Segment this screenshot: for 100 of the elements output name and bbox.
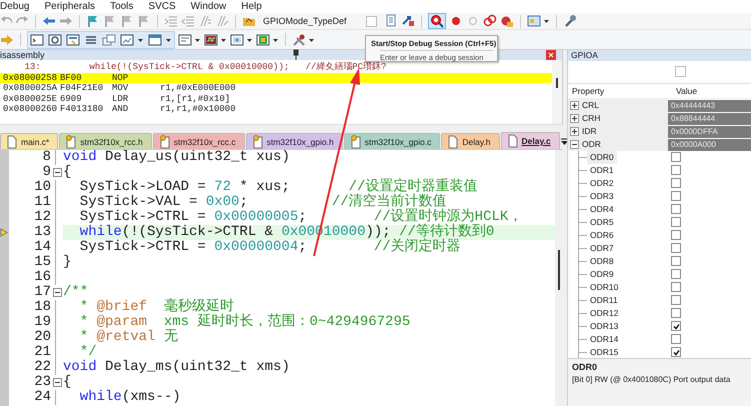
bit-checkbox[interactable] bbox=[671, 347, 681, 358]
breakpoints-icon[interactable] bbox=[483, 14, 497, 28]
bit-checkbox[interactable] bbox=[671, 230, 681, 240]
line-number: 17 bbox=[33, 285, 51, 300]
bit-checkbox[interactable] bbox=[671, 295, 681, 306]
bit-name[interactable]: ODR0 bbox=[587, 150, 617, 164]
symbol-field[interactable]: GPIOMode_TypeDef bbox=[263, 16, 347, 26]
register-value[interactable]: 0x88844444 bbox=[668, 112, 751, 125]
menu-item[interactable]: Peripherals bbox=[44, 1, 96, 12]
stacked-windows-icon[interactable] bbox=[102, 32, 116, 46]
wrench-icon[interactable] bbox=[563, 14, 577, 28]
flag-icon[interactable] bbox=[137, 14, 151, 28]
file-tab[interactable]: Delay.h bbox=[441, 133, 500, 149]
register-name[interactable]: IDR bbox=[582, 126, 597, 136]
register-name[interactable]: CRL bbox=[582, 100, 600, 110]
logic-analyzer-icon[interactable] bbox=[204, 32, 218, 46]
flag-icon[interactable] bbox=[103, 14, 117, 28]
load-icon[interactable] bbox=[401, 14, 415, 28]
command-window-icon[interactable] bbox=[30, 32, 44, 46]
disassembly-row[interactable]: 0x0800025A F04F21E0 MOV r1,#0xE000E000 bbox=[0, 83, 552, 94]
file-tab[interactable]: stm32f10x_rcc.h bbox=[59, 133, 152, 149]
tools-icon[interactable] bbox=[292, 32, 306, 46]
file-tab[interactable]: stm32f10x_gpio.c bbox=[344, 133, 440, 149]
bit-checkbox[interactable] bbox=[671, 165, 681, 176]
breakpoint-remove-icon[interactable] bbox=[500, 14, 514, 28]
fold-toggle-icon[interactable] bbox=[52, 288, 62, 297]
panel-window-icon[interactable] bbox=[148, 32, 162, 46]
scroll-thumb[interactable] bbox=[556, 78, 558, 88]
call-stack-window-icon[interactable] bbox=[66, 32, 80, 46]
magnifier-window-icon[interactable] bbox=[48, 32, 62, 46]
source-line-number: 13: bbox=[24, 62, 41, 72]
code-line: while(xms--) bbox=[78, 390, 182, 405]
file-tab[interactable]: Delay.c bbox=[500, 132, 560, 149]
back-arrow-icon[interactable] bbox=[42, 14, 56, 28]
flag-icon[interactable] bbox=[120, 14, 134, 28]
bit-name[interactable]: ODR10 bbox=[587, 280, 622, 294]
bit-checkbox[interactable] bbox=[671, 178, 681, 188]
bit-name[interactable]: ODR13 bbox=[587, 320, 622, 333]
bit-name[interactable]: ODR1 bbox=[587, 164, 617, 177]
bit-checkbox[interactable] bbox=[671, 321, 681, 332]
menu-item[interactable]: Debug bbox=[0, 1, 30, 12]
bit-name[interactable]: ODR12 bbox=[587, 306, 622, 320]
document-icon[interactable] bbox=[384, 14, 398, 28]
chart-window-icon[interactable] bbox=[120, 32, 134, 46]
code-line: { bbox=[63, 375, 72, 390]
trace-window-icon[interactable] bbox=[230, 32, 244, 46]
expand-icon[interactable] bbox=[570, 114, 579, 123]
bit-checkbox[interactable] bbox=[671, 282, 681, 292]
expand-icon[interactable] bbox=[570, 100, 579, 110]
collapse-icon[interactable] bbox=[570, 140, 579, 149]
debug-button[interactable] bbox=[428, 13, 446, 29]
menu-item[interactable]: Help bbox=[241, 1, 262, 12]
panel-title: GPIOA bbox=[568, 50, 751, 61]
bit-name[interactable]: ODR6 bbox=[587, 228, 617, 242]
bit-checkbox[interactable] bbox=[671, 308, 681, 318]
bit-name[interactable]: ODR3 bbox=[587, 190, 617, 203]
file-tab[interactable]: main.c* bbox=[0, 133, 58, 149]
flag-icon[interactable] bbox=[86, 14, 100, 28]
window-icon[interactable] bbox=[527, 14, 541, 28]
bit-checkbox[interactable] bbox=[671, 191, 681, 202]
close-icon[interactable] bbox=[546, 50, 556, 60]
register-value[interactable]: 0x44444443 bbox=[668, 100, 751, 112]
bit-checkbox[interactable] bbox=[671, 256, 681, 266]
bit-name[interactable]: ODR5 bbox=[587, 216, 617, 229]
column-header: Value bbox=[675, 86, 698, 96]
bit-name[interactable]: ODR15 bbox=[587, 346, 622, 358]
bit-checkbox[interactable] bbox=[671, 334, 681, 344]
menu-item[interactable]: Tools bbox=[110, 1, 134, 12]
menu-item[interactable]: Window bbox=[190, 1, 226, 12]
bit-name[interactable]: ODR2 bbox=[587, 176, 617, 190]
memory-window-icon[interactable] bbox=[178, 32, 192, 46]
fold-toggle-icon[interactable] bbox=[52, 378, 62, 387]
disassembly-row[interactable]: 0x0800025E 6909 LDR r1,[r1,#0x10] bbox=[0, 94, 552, 104]
line-number: 10 bbox=[33, 180, 51, 195]
chip-window-icon[interactable] bbox=[256, 32, 270, 46]
bit-checkbox[interactable] bbox=[671, 243, 681, 254]
bit-name[interactable]: ODR4 bbox=[587, 202, 617, 216]
code-line: */ bbox=[80, 345, 98, 360]
caret-icon[interactable] bbox=[560, 138, 569, 146]
disassembly-row[interactable]: 0x08000258 BF00 NOP bbox=[0, 72, 552, 83]
bit-checkbox[interactable] bbox=[671, 204, 681, 214]
disassembly-row[interactable]: 0x08000260 F4013180 AND r1,r1,#0x10000 bbox=[0, 104, 552, 114]
line-number: 8 bbox=[42, 150, 51, 165]
bit-name[interactable]: ODR8 bbox=[587, 254, 617, 268]
fold-toggle-icon[interactable] bbox=[52, 168, 62, 177]
bit-name[interactable]: ODR7 bbox=[587, 242, 617, 255]
file-tab[interactable]: stm32f10x_gpio.h bbox=[246, 133, 343, 149]
bit-name[interactable]: ODR14 bbox=[587, 332, 622, 346]
register-name[interactable]: ODR bbox=[582, 139, 601, 150]
bit-checkbox[interactable] bbox=[671, 152, 681, 162]
expand-icon[interactable] bbox=[570, 126, 579, 136]
register-name[interactable]: CRH bbox=[582, 113, 600, 124]
scroll-thumb[interactable] bbox=[558, 250, 560, 290]
menu-item[interactable]: SVCS bbox=[148, 1, 176, 12]
bit-name[interactable]: ODR11 bbox=[587, 294, 621, 307]
bit-checkbox[interactable] bbox=[671, 269, 681, 280]
bit-checkbox[interactable] bbox=[671, 217, 681, 228]
file-tab[interactable]: stm32f10x_rcc.c bbox=[152, 133, 245, 149]
breakpoint-icon[interactable] bbox=[449, 14, 463, 28]
bit-name[interactable]: ODR9 bbox=[587, 268, 617, 281]
